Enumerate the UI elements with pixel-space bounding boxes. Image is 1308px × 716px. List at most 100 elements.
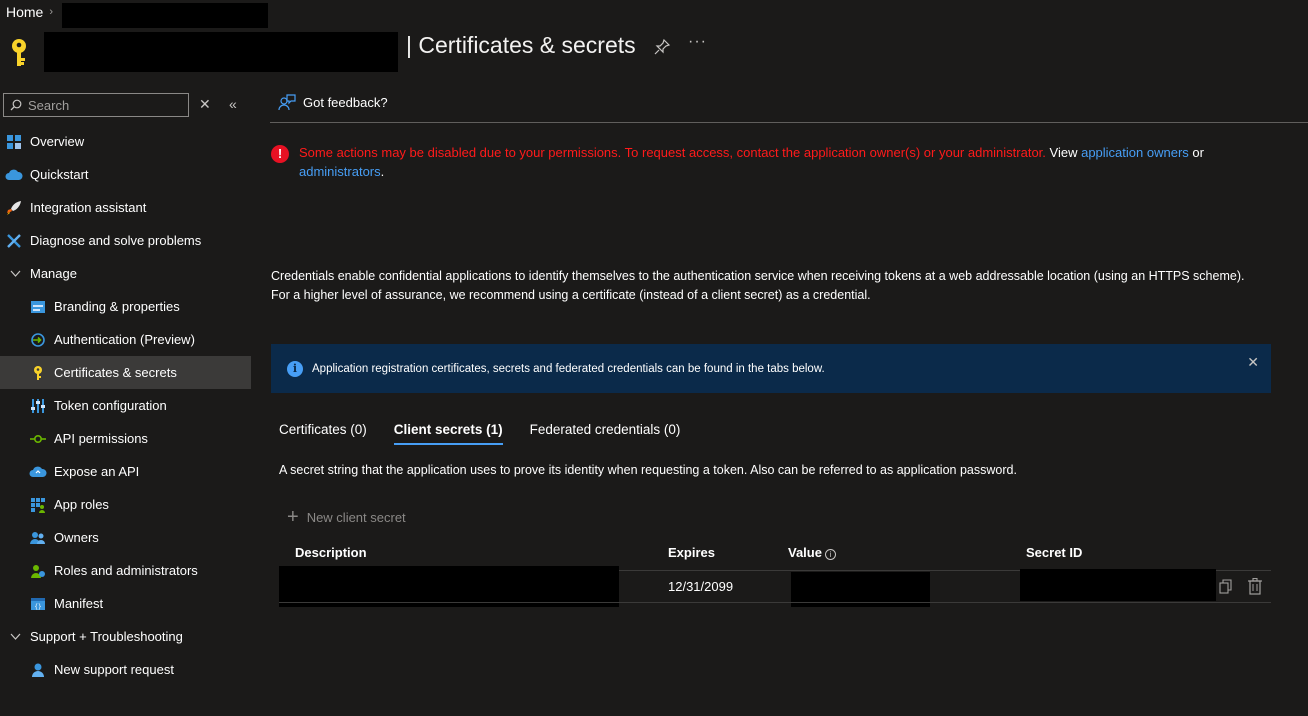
collapse-sidebar-icon[interactable]: « — [229, 96, 237, 112]
column-header-value: Value i — [788, 545, 836, 560]
sidebar-item-certificates-secrets[interactable]: Certificates & secrets — [0, 356, 251, 389]
sidebar-item-label: API permissions — [54, 431, 148, 446]
sidebar-item-label: App roles — [54, 497, 109, 512]
sidebar-item-overview[interactable]: Overview — [0, 125, 251, 158]
breadcrumb: Home › — [6, 4, 59, 20]
app-roles-icon — [29, 496, 47, 514]
administrators-link[interactable]: administrators — [299, 164, 381, 179]
sidebar-item-label: Expose an API — [54, 464, 140, 479]
rocket-icon — [5, 199, 23, 217]
key-icon — [29, 364, 47, 382]
sidebar-item-label: Authentication (Preview) — [54, 332, 195, 347]
cloud-icon — [5, 166, 23, 184]
divider — [270, 122, 1308, 123]
grid-icon — [5, 133, 23, 151]
sidebar-search-input[interactable] — [28, 97, 178, 113]
sidebar-item-branding[interactable]: Branding & properties — [0, 290, 251, 323]
sidebar-item-label: Quickstart — [30, 167, 89, 182]
application-owners-link[interactable]: application owners — [1081, 145, 1189, 160]
sidebar-item-label: Roles and administrators — [54, 563, 198, 578]
more-options-icon[interactable]: ··· — [688, 33, 707, 51]
redacted-description — [279, 566, 619, 607]
warning-or-text: or — [1188, 145, 1204, 160]
credential-tabs: Certificates (0) Client secrets (1) Fede… — [279, 422, 707, 445]
page-title: | Certificates & secrets — [406, 32, 636, 58]
sidebar-item-label: Certificates & secrets — [54, 365, 177, 380]
redacted-breadcrumb-app — [62, 3, 268, 28]
user-admin-icon — [29, 562, 47, 580]
sidebar-item-token-configuration[interactable]: Token configuration — [0, 389, 251, 422]
key-icon — [12, 39, 26, 66]
sidebar-nav: Overview Quickstart Integration assistan… — [0, 125, 251, 686]
column-header-value-label: Value — [788, 545, 822, 560]
sidebar-item-authentication[interactable]: Authentication (Preview) — [0, 323, 251, 356]
manifest-icon: {} — [29, 595, 47, 613]
pin-icon[interactable] — [653, 38, 671, 56]
sidebar-item-label: Overview — [30, 134, 85, 149]
sidebar-search[interactable] — [3, 93, 189, 117]
sidebar-item-owners[interactable]: Owners — [0, 521, 251, 554]
support-person-icon — [29, 661, 47, 679]
info-icon[interactable]: i — [824, 549, 836, 560]
cloud-icon — [29, 463, 47, 481]
warning-period: . — [380, 164, 385, 179]
credentials-description: Credentials enable confidential applicat… — [271, 269, 1245, 302]
tab-client-secrets[interactable]: Client secrets (1) — [393, 422, 503, 445]
sidebar-group-manage[interactable]: Manage — [0, 257, 251, 290]
sidebar-item-label: Diagnose and solve problems — [30, 233, 202, 248]
sidebar-item-new-support-request[interactable]: New support request — [0, 653, 251, 686]
warning-text: Some actions may be disabled due to your… — [299, 145, 1046, 160]
plus-icon: + — [287, 506, 299, 528]
sidebar-item-label: Token configuration — [54, 398, 167, 413]
sidebar-item-roles-admins[interactable]: Roles and administrators — [0, 554, 251, 587]
column-header-expires: Expires — [668, 545, 715, 560]
sidebar-item-manifest[interactable]: {} Manifest — [0, 587, 251, 620]
column-header-description: Description — [295, 545, 367, 560]
feedback-label: Got feedback? — [303, 95, 388, 110]
api-permissions-icon — [29, 430, 47, 448]
sidebar-item-diagnose[interactable]: Diagnose and solve problems — [0, 224, 251, 257]
tab-certificates[interactable]: Certificates (0) — [279, 422, 367, 445]
info-icon: i — [287, 360, 303, 377]
sidebar-item-label: Branding & properties — [54, 299, 180, 314]
copy-icon[interactable] — [1219, 579, 1233, 595]
breadcrumb-home-link[interactable]: Home — [6, 4, 43, 20]
breadcrumb-separator: › — [49, 6, 54, 18]
sidebar-item-app-roles[interactable]: App roles — [0, 488, 251, 521]
sidebar-item-label: Owners — [54, 530, 99, 545]
column-header-secret-id: Secret ID — [1026, 545, 1083, 560]
warning-view-text: View — [1045, 145, 1082, 160]
sidebar-group-support[interactable]: Support + Troubleshooting — [0, 620, 251, 653]
chevron-down-icon — [8, 268, 22, 280]
sidebar-item-label: Integration assistant — [30, 200, 147, 215]
branding-icon — [29, 298, 47, 316]
svg-text:{}: {} — [34, 603, 41, 610]
sidebar-item-label: Manifest — [54, 596, 104, 611]
authentication-icon — [29, 331, 47, 349]
sliders-icon — [29, 397, 47, 415]
error-icon: ! — [271, 145, 289, 163]
client-secrets-description: A secret string that the application use… — [279, 463, 1017, 477]
new-client-secret-button[interactable]: + New client secret — [287, 506, 406, 528]
permission-warning: ! Some actions may be disabled due to yo… — [271, 143, 1271, 181]
delete-icon[interactable] — [1248, 578, 1262, 595]
feedback-button[interactable]: Got feedback? — [278, 94, 388, 111]
sidebar-item-expose-api[interactable]: Expose an API — [0, 455, 251, 488]
table-row-divider — [279, 602, 1271, 603]
page-header: | Certificates & secrets ··· — [8, 30, 768, 72]
sidebar-item-integration-assistant[interactable]: Integration assistant — [0, 191, 251, 224]
info-banner-text: Application registration certificates, s… — [312, 362, 825, 375]
search-icon — [10, 99, 22, 111]
table-cell-expires: 12/31/2099 — [668, 579, 734, 594]
clear-search-icon[interactable]: ✕ — [199, 96, 211, 113]
tab-federated-credentials[interactable]: Federated credentials (0) — [530, 422, 681, 445]
close-icon[interactable]: ✕ — [1247, 354, 1259, 371]
redacted-app-name — [44, 32, 398, 72]
sidebar-item-label: Manage — [30, 266, 77, 281]
wrench-icon — [5, 232, 23, 250]
sidebar-item-label: Support + Troubleshooting — [30, 629, 183, 644]
sidebar-item-api-permissions[interactable]: API permissions — [0, 422, 251, 455]
redacted-secret-id — [1020, 569, 1216, 601]
feedback-icon — [278, 94, 296, 111]
sidebar-item-quickstart[interactable]: Quickstart — [0, 158, 251, 191]
